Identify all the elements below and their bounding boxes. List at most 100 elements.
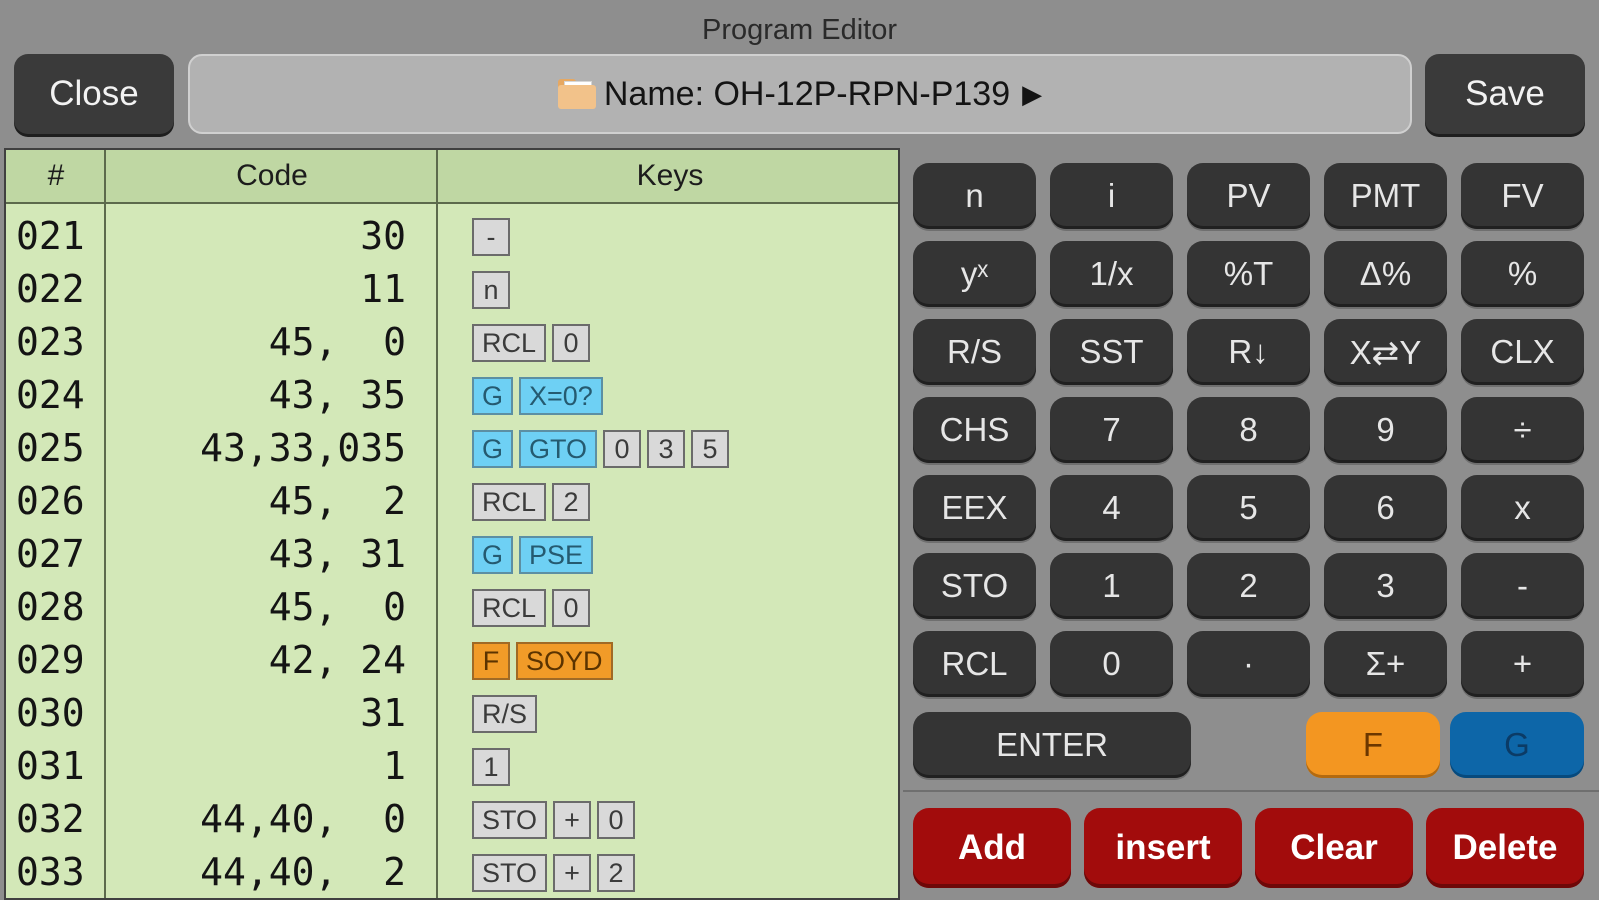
program-listing[interactable]: # Code Keys 021 30-022 11 n 023 45, 0 RCL 0 024 4…	[4, 148, 900, 900]
step-code: 43, 31	[268, 532, 406, 576]
keypad-key[interactable]: R/S	[913, 319, 1036, 385]
key-chip: 0	[597, 801, 636, 839]
step-number: 024	[16, 373, 85, 417]
table-row[interactable]: 029 42, 24 F SOYD	[6, 636, 898, 688]
keypad-key[interactable]: CLX	[1461, 319, 1584, 385]
play-arrow-icon: ▶	[1022, 78, 1043, 109]
step-code: 45, 0	[268, 585, 406, 629]
key-chip: G	[472, 377, 514, 415]
keypad-key[interactable]: 4	[1050, 475, 1173, 541]
table-row[interactable]: 026 45, 2 RCL 2	[6, 477, 898, 529]
key-chip: GTO	[519, 430, 598, 468]
keypad-key[interactable]: RCL	[913, 631, 1036, 697]
table-row[interactable]: 033 44,40, 2 STO +2	[6, 848, 898, 898]
keypad-key[interactable]: PMT	[1324, 163, 1447, 229]
step-keys: F SOYD	[472, 642, 613, 680]
keypad-key[interactable]: 7	[1050, 397, 1173, 463]
key-chip: 0	[603, 430, 642, 468]
step-number: 032	[16, 797, 85, 841]
f-key[interactable]: F	[1306, 712, 1440, 778]
keypad-key[interactable]: CHS	[913, 397, 1036, 463]
step-number: 030	[16, 691, 85, 735]
step-code: 30	[360, 214, 406, 258]
key-chip: RCL	[472, 483, 547, 521]
step-code: 43,33,035	[200, 426, 406, 470]
keypad-key[interactable]: EEX	[913, 475, 1036, 541]
keypad-key[interactable]: n	[913, 163, 1036, 229]
close-button[interactable]: Close	[14, 54, 174, 134]
delete-button[interactable]: Delete	[1426, 808, 1584, 888]
keypad-key[interactable]: 1/x	[1050, 241, 1173, 307]
keypad-key[interactable]: SST	[1050, 319, 1173, 385]
key-chip: 0	[552, 589, 591, 627]
clear-button[interactable]: Clear	[1255, 808, 1413, 888]
enter-key[interactable]: ENTER	[913, 712, 1191, 778]
header-code: Code	[236, 159, 308, 192]
table-row[interactable]: 022 11 n	[6, 265, 898, 317]
step-keys: -	[472, 218, 510, 256]
table-row[interactable]: 028 45, 0 RCL 0	[6, 583, 898, 635]
keypad-key[interactable]: Δ%	[1324, 241, 1447, 307]
keypad-key[interactable]: yˣ	[913, 241, 1036, 307]
key-chip: +	[553, 801, 592, 839]
step-keys: RCL 2	[472, 483, 591, 521]
keypad-key[interactable]: %T	[1187, 241, 1310, 307]
table-row[interactable]: 031 1 1	[6, 742, 898, 794]
keypad-key[interactable]: Σ+	[1324, 631, 1447, 697]
table-row[interactable]: 027 43, 31 G PSE	[6, 530, 898, 582]
table-row[interactable]: 030 31 R/S	[6, 689, 898, 741]
keypad-key[interactable]: i	[1050, 163, 1173, 229]
keypad-key[interactable]: 6	[1324, 475, 1447, 541]
keypad-key[interactable]: ÷	[1461, 397, 1584, 463]
step-code: 44,40, 0	[200, 797, 406, 841]
add-button[interactable]: Add	[913, 808, 1071, 888]
keypad-key[interactable]: 1	[1050, 553, 1173, 619]
insert-button[interactable]: insert	[1084, 808, 1242, 888]
keypad-key[interactable]: PV	[1187, 163, 1310, 229]
table-row[interactable]: 023 45, 0 RCL 0	[6, 318, 898, 370]
table-row[interactable]: 024 43, 35 G X=0?	[6, 371, 898, 423]
keypad-key[interactable]: ·	[1187, 631, 1310, 697]
table-row[interactable]: 021 30 -	[6, 212, 898, 264]
keypad-key[interactable]: +	[1461, 631, 1584, 697]
keypad-key[interactable]: STO	[913, 553, 1036, 619]
table-row[interactable]: 032 44,40, 0 STO +0	[6, 795, 898, 847]
step-number: 023	[16, 320, 85, 364]
save-button[interactable]: Save	[1425, 54, 1585, 134]
keypad-key[interactable]: x	[1461, 475, 1584, 541]
divider	[903, 790, 1599, 792]
keypad-key[interactable]: FV	[1461, 163, 1584, 229]
key-chip: R/S	[472, 695, 538, 733]
header-keys: Keys	[636, 159, 704, 192]
key-chip: PSE	[519, 536, 594, 574]
keypad-key[interactable]: 2	[1187, 553, 1310, 619]
step-keys: 1	[472, 748, 510, 786]
step-keys: R/S	[472, 695, 538, 733]
step-keys: STO +0	[472, 801, 636, 839]
keypad-key[interactable]: R↓	[1187, 319, 1310, 385]
key-chip: G	[472, 536, 514, 574]
keypad-key[interactable]: 9	[1324, 397, 1447, 463]
g-key[interactable]: G	[1450, 712, 1584, 778]
keypad-key[interactable]: 5	[1187, 475, 1310, 541]
step-code: 45, 2	[268, 479, 406, 523]
key-chip: 0	[552, 324, 591, 362]
step-number: 033	[16, 850, 85, 894]
program-name-field[interactable]: Name: OH-12P-RPN-P139 ▶	[188, 54, 1412, 134]
key-chip: X=0?	[519, 377, 603, 415]
table-row[interactable]: 025 43,33,035 G GTO 0 3 5	[6, 424, 898, 476]
header-num: #	[47, 159, 65, 192]
keypad-key[interactable]: 0	[1050, 631, 1173, 697]
key-chip: STO	[472, 801, 548, 839]
keypad-key[interactable]: 3	[1324, 553, 1447, 619]
keypad-key[interactable]: -	[1461, 553, 1584, 619]
keypad-key[interactable]: %	[1461, 241, 1584, 307]
key-chip: 3	[647, 430, 686, 468]
step-code: 44,40, 2	[200, 850, 406, 894]
keypad-key[interactable]: 8	[1187, 397, 1310, 463]
key-chip: 2	[552, 483, 591, 521]
key-chip: 5	[691, 430, 730, 468]
key-chip: STO	[472, 854, 548, 892]
step-number: 025	[16, 426, 85, 470]
keypad-key[interactable]: X⇄Y	[1324, 319, 1447, 385]
